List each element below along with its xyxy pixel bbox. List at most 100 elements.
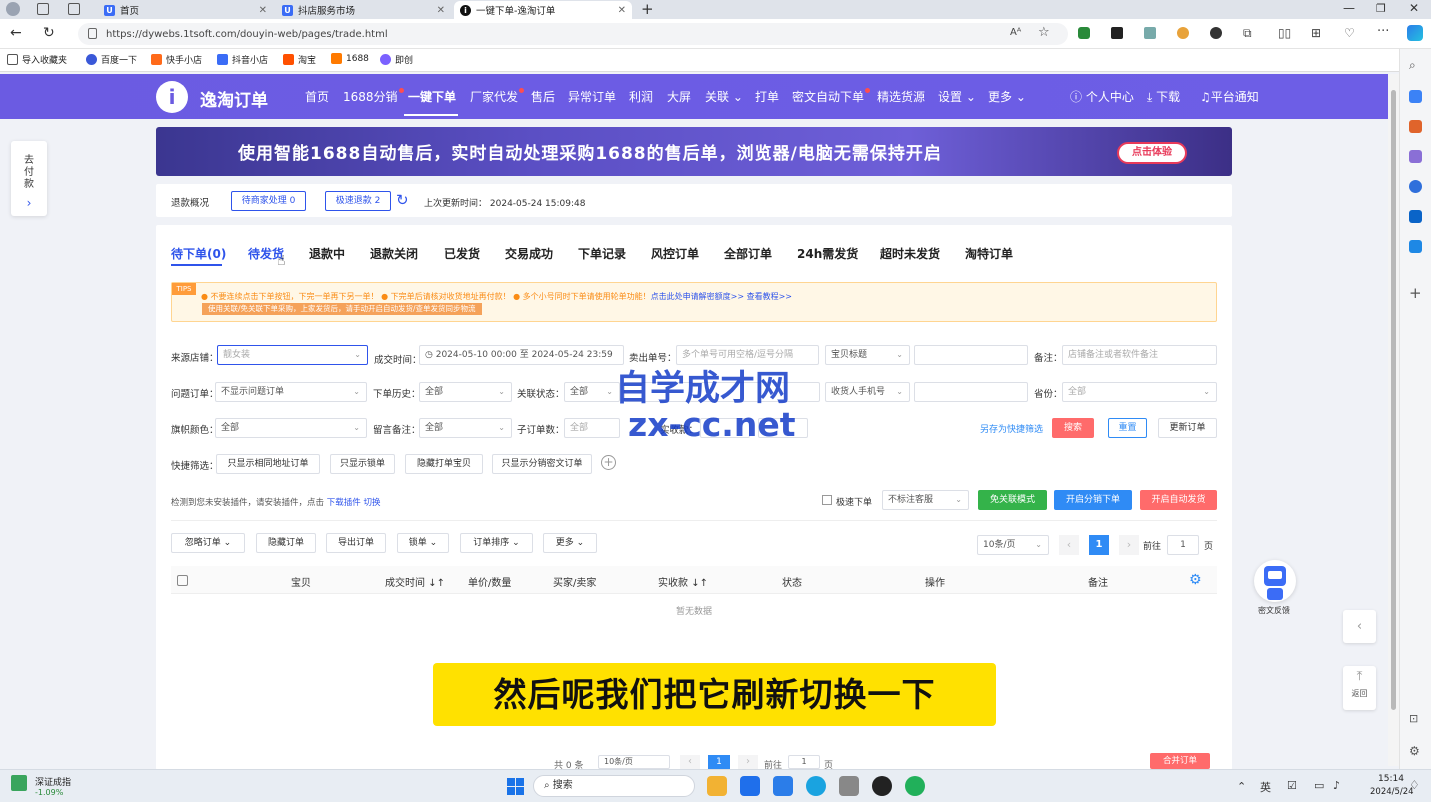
banner-try-button[interactable]: 点击体验 bbox=[1117, 142, 1187, 164]
quick-locked[interactable]: 只显示锁单 bbox=[330, 454, 395, 474]
product-title-input[interactable] bbox=[914, 345, 1028, 365]
receiver-phone-select[interactable]: 收货人手机号 ⌄ bbox=[825, 382, 910, 402]
tab-actions-icon[interactable] bbox=[68, 3, 80, 15]
col-deal-time[interactable]: 成交时间 ↓↑ bbox=[385, 574, 445, 589]
tab-taote[interactable]: 淘特订单 bbox=[965, 245, 1013, 262]
sidebar-outlook-icon[interactable] bbox=[1409, 210, 1422, 223]
edge-icon[interactable] bbox=[806, 776, 826, 796]
clock-date[interactable]: 2024/5/24 bbox=[1370, 787, 1414, 797]
nav-home[interactable]: 首页 bbox=[305, 88, 329, 105]
sub-order-select[interactable]: 全部 bbox=[564, 418, 620, 438]
fast-refund-button[interactable]: 极速退款 2 bbox=[325, 191, 391, 211]
deal-time-range[interactable]: ◷ 2024-05-10 00:00 至 2024-05-24 23:59 bbox=[419, 345, 624, 365]
goto-page-input[interactable]: 1 bbox=[1167, 535, 1199, 555]
bottom-goto-input[interactable]: 1 bbox=[788, 755, 820, 769]
collapse-circle-icon[interactable]: ‹ bbox=[1343, 610, 1376, 643]
download-plugin-link[interactable]: 下载插件 bbox=[327, 498, 361, 508]
sidebar-send-icon[interactable] bbox=[1409, 240, 1422, 253]
lock-icon[interactable] bbox=[88, 28, 97, 39]
add-quick-filter-icon[interactable]: + bbox=[601, 455, 616, 470]
read-aloud-icon[interactable]: Aᴬ bbox=[1010, 27, 1021, 38]
tab-risk-orders[interactable]: 风控订单 bbox=[651, 245, 699, 262]
tab-pending-order[interactable]: 待下单(0) bbox=[171, 245, 226, 262]
extension-icon[interactable] bbox=[1177, 27, 1189, 39]
reset-button[interactable]: 重置 bbox=[1108, 418, 1147, 438]
ime-icon[interactable]: 英 bbox=[1260, 779, 1271, 795]
tips-link-tutorial[interactable]: 查看教程>> bbox=[747, 292, 792, 301]
bookmark-taobao[interactable]: 淘宝 bbox=[283, 53, 316, 66]
nav-factory[interactable]: 厂家代发 bbox=[470, 88, 525, 105]
flag-color-select[interactable]: 全部 ⌄ bbox=[215, 418, 367, 438]
new-tab-icon[interactable]: + bbox=[641, 0, 654, 18]
browser-tab-home[interactable]: U 首页 ✕ bbox=[98, 1, 273, 19]
province-select[interactable]: 全部 ⌄ bbox=[1062, 382, 1217, 402]
quick-same-address[interactable]: 只显示相同地址订单 bbox=[216, 454, 320, 474]
favorite-star-icon[interactable]: ☆ bbox=[1038, 25, 1050, 40]
bookmark-baidu[interactable]: 百度一下 bbox=[86, 53, 137, 66]
taskbar-search[interactable]: ⌕ 搜索 bbox=[533, 775, 695, 797]
table-settings-gear-icon[interactable]: ⚙ bbox=[1189, 572, 1202, 588]
page-size-select[interactable]: 10条/页 ⌄ bbox=[977, 535, 1049, 555]
windows-start-icon[interactable] bbox=[507, 778, 525, 796]
browser-tab-market[interactable]: U 抖店服务市场 ✕ bbox=[276, 1, 451, 19]
next-page-icon[interactable]: › bbox=[1119, 535, 1139, 555]
bookmark-jichuang[interactable]: 即创 bbox=[380, 53, 413, 66]
nav-more[interactable]: 更多 ⌄ bbox=[988, 88, 1026, 105]
quick-cipher-distribution[interactable]: 只显示分销密文订单 bbox=[492, 454, 592, 474]
workspaces-icon[interactable] bbox=[37, 3, 49, 15]
extensions-puzzle-icon[interactable]: ⧉ bbox=[1243, 26, 1252, 41]
sidebar-tools-icon[interactable] bbox=[1409, 120, 1422, 133]
browser-tab-order[interactable]: i 一键下单-逸淘订单 ✕ bbox=[454, 1, 632, 19]
quick-hide-printed[interactable]: 隐藏打单宝贝 bbox=[405, 454, 483, 474]
extension-icon[interactable] bbox=[1111, 27, 1123, 39]
volume-icon[interactable]: ♪ bbox=[1333, 779, 1340, 792]
todo-icon[interactable] bbox=[773, 776, 793, 796]
tab-shipped[interactable]: 已发货 bbox=[444, 245, 480, 262]
flag-service-select[interactable]: 不标注客服 ⌄ bbox=[882, 490, 969, 510]
assoc-status-select[interactable]: 全部 ⌄ bbox=[564, 382, 620, 402]
distribution-order-button[interactable]: 开启分销下单 bbox=[1054, 490, 1132, 510]
tab-24h-ship[interactable]: 24h需发货 bbox=[797, 245, 858, 262]
sidebar-add-icon[interactable]: + bbox=[1409, 284, 1422, 302]
sidebar-settings-icon[interactable]: ⚙ bbox=[1409, 744, 1420, 758]
file-explorer-icon[interactable] bbox=[707, 776, 727, 796]
order-history-select[interactable]: 全部 ⌄ bbox=[419, 382, 512, 402]
network-icon[interactable]: ▭ bbox=[1314, 779, 1324, 792]
sidebar-games-icon[interactable] bbox=[1409, 150, 1422, 163]
back-icon[interactable]: ← bbox=[10, 25, 22, 41]
prev-page-icon[interactable]: ‹ bbox=[1059, 535, 1079, 555]
merge-orders-button[interactable]: 合并订单 bbox=[1150, 753, 1210, 769]
message-remark-select[interactable]: 全部 ⌄ bbox=[419, 418, 512, 438]
promo-banner[interactable]: 使用智能1688自动售后，实时自动处理采购1688的售后单，浏览器/电脑无需保持… bbox=[156, 127, 1232, 176]
wechat-icon[interactable] bbox=[905, 776, 925, 796]
refresh-icon[interactable]: ↻ bbox=[396, 191, 409, 209]
switch-link[interactable]: 切换 bbox=[363, 498, 380, 508]
update-orders-button[interactable]: 更新订单 bbox=[1158, 418, 1217, 438]
sidebar-office-icon[interactable] bbox=[1409, 180, 1422, 193]
tab-overdue[interactable]: 超时未发货 bbox=[880, 245, 940, 262]
nav-aftersale[interactable]: 售后 bbox=[531, 88, 555, 105]
nav-dashboard[interactable]: 大屏 bbox=[667, 88, 691, 105]
nav-download[interactable]: ⤓ 下载 bbox=[1147, 88, 1180, 105]
nav-association[interactable]: 关联 ⌄ bbox=[705, 88, 743, 105]
recorder-icon[interactable] bbox=[872, 776, 892, 796]
free-assoc-button[interactable]: 免关联模式 bbox=[978, 490, 1047, 510]
profile-icon[interactable] bbox=[6, 2, 20, 16]
tab-refund-closed[interactable]: 退款关闭 bbox=[370, 245, 418, 262]
lock-order-dropdown[interactable]: 锁单 ⌄ bbox=[397, 533, 449, 553]
copilot-icon[interactable] bbox=[1407, 25, 1423, 41]
sidebar-layout-icon[interactable]: ⊡ bbox=[1409, 712, 1418, 725]
source-shop-select[interactable]: 靓女装 ⌄ bbox=[217, 345, 368, 365]
nav-print[interactable]: 打单 bbox=[755, 88, 779, 105]
nav-settings[interactable]: 设置 ⌄ bbox=[938, 88, 976, 105]
nav-profit[interactable]: 利润 bbox=[629, 88, 653, 105]
nav-notice[interactable]: ♫平台通知 bbox=[1200, 88, 1259, 105]
clock-time[interactable]: 15:14 bbox=[1378, 774, 1404, 784]
tips-link-decrypt[interactable]: 点击此处申请解密额度>> bbox=[651, 292, 744, 301]
feedback-robot-icon[interactable] bbox=[1254, 560, 1296, 602]
export-order-button[interactable]: 导出订单 bbox=[326, 533, 386, 553]
extension-icon[interactable] bbox=[1210, 27, 1222, 39]
bookmark-kuaishou[interactable]: 快手小店 bbox=[151, 53, 202, 66]
pay-float-button[interactable]: 去付款 › bbox=[11, 141, 47, 216]
sidebar-search-icon[interactable]: ⌕ bbox=[1409, 58, 1416, 73]
